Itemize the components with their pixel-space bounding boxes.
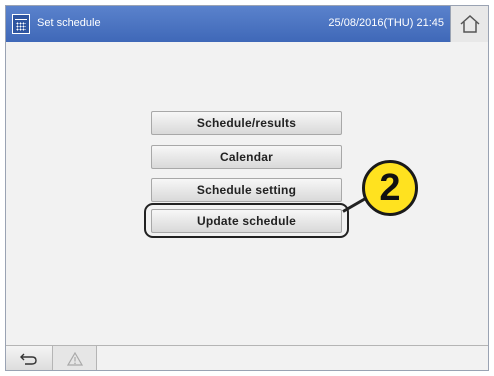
warning-button[interactable] — [53, 346, 97, 370]
calendar-button[interactable]: Calendar — [151, 145, 342, 169]
main-content: Schedule/results Calendar Schedule setti… — [6, 42, 488, 345]
back-button[interactable] — [6, 346, 53, 370]
bottom-bar — [6, 345, 488, 370]
warning-icon — [66, 351, 83, 366]
datetime-display: 25/08/2016(THU) 21:45 — [328, 17, 444, 29]
home-icon — [460, 14, 480, 33]
schedule-setting-button[interactable]: Schedule setting — [151, 178, 342, 202]
step-badge: 2 — [362, 160, 418, 216]
page-title: Set schedule — [37, 17, 101, 29]
title-bar: Set schedule 25/08/2016(THU) 21:45 — [6, 6, 488, 42]
app-window: Set schedule 25/08/2016(THU) 21:45 Sched… — [5, 5, 489, 371]
calendar-icon — [12, 14, 30, 34]
highlight-outline — [144, 203, 349, 238]
schedule-results-button[interactable]: Schedule/results — [151, 111, 342, 135]
return-icon — [20, 353, 37, 365]
home-button[interactable] — [450, 6, 488, 42]
